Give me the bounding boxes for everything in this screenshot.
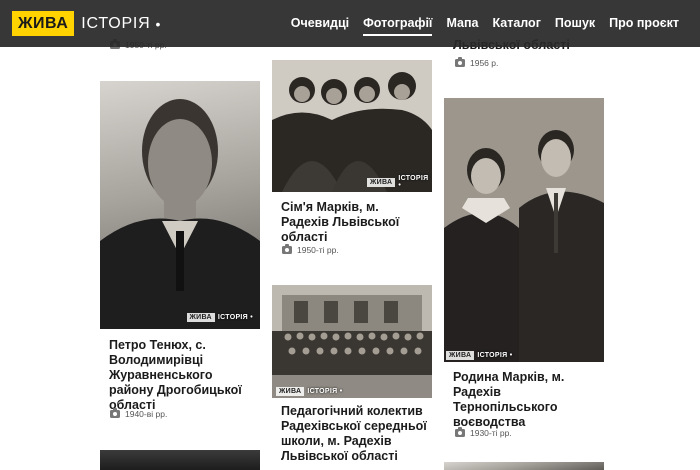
watermark: ЖИВА ІСТОРІЯ • [276, 387, 345, 396]
main-nav: Очевидці Фотографії Мапа Каталог Пошук П… [284, 0, 686, 47]
site-header: ЖИВА ІСТОРІЯ • Очевидці Фотографії Мапа … [0, 0, 700, 47]
photo-portrait-man[interactable]: ЖИВА ІСТОРІЯ • [100, 81, 260, 329]
card-date: 1930-ті рр. [455, 427, 512, 438]
nav-item-about[interactable]: Про проєкт [602, 0, 686, 47]
photo-image [272, 285, 432, 398]
top-card-date-col3: 1956 р. [455, 57, 498, 68]
card-caption[interactable]: Родина Марків, м. Радехів Тернопільськог… [453, 370, 601, 430]
card-caption[interactable]: Петро Тенюх, с. Володимирівці Журавненсь… [109, 338, 257, 413]
site-logo[interactable]: ЖИВА ІСТОРІЯ • [12, 11, 160, 36]
nav-item-search[interactable]: Пошук [548, 0, 602, 47]
card-caption[interactable]: Педагогічний колектив Радехівської серед… [281, 404, 429, 464]
card-date: 1950-ті рр. [282, 244, 339, 255]
watermark: ЖИВА ІСТОРІЯ • [186, 313, 256, 322]
camera-icon [282, 244, 292, 254]
photo-teaching-staff[interactable]: ЖИВА ІСТОРІЯ • [272, 285, 432, 398]
photo-couple[interactable]: ЖИВА ІСТОРІЯ • [444, 98, 604, 362]
photo-image [272, 60, 432, 192]
camera-icon [455, 427, 465, 437]
logo-dot: • [155, 15, 161, 32]
nav-item-map[interactable]: Мапа [439, 0, 485, 47]
nav-item-catalog[interactable]: Каталог [485, 0, 547, 47]
card-date: 1940-ві рр. [110, 408, 167, 419]
camera-icon [110, 408, 120, 418]
nav-item-eyewitnesses[interactable]: Очевидці [284, 0, 356, 47]
photo-next-row[interactable] [444, 462, 604, 470]
photo-image [100, 99, 260, 329]
photo-image [444, 98, 604, 362]
photo-next-row[interactable] [100, 450, 260, 470]
watermark: ЖИВА ІСТОРІЯ • [367, 174, 432, 190]
photo-family[interactable]: ЖИВА ІСТОРІЯ • [272, 60, 432, 192]
watermark: ЖИВА ІСТОРІЯ • [446, 351, 515, 360]
camera-icon [455, 57, 465, 67]
logo-part-a: ЖИВА [12, 11, 75, 36]
card-caption[interactable]: Сім'я Марків, м. Радехів Львівської обла… [281, 200, 429, 245]
nav-item-photos[interactable]: Фотографії [356, 0, 439, 47]
logo-part-b: ІСТОРІЯ [81, 14, 151, 32]
